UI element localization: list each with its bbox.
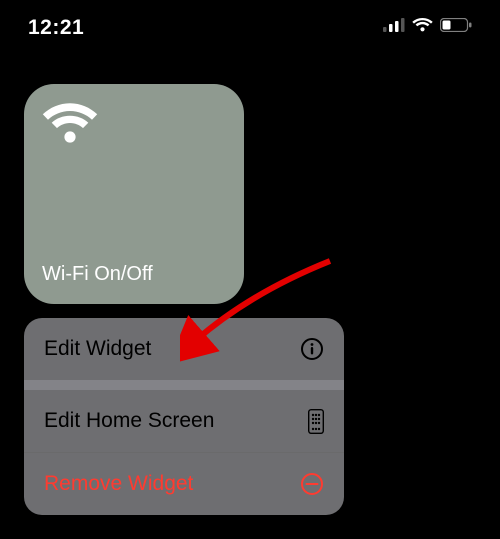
status-time: 12:21 [28,16,84,40]
apps-grid-icon [308,409,324,434]
widget-context-menu: Edit Widget Edit Home Screen [24,318,344,515]
menu-separator [24,380,344,390]
cellular-signal-icon [383,18,405,37]
wifi-icon [42,102,226,149]
battery-icon [440,18,472,37]
menu-item-label: Remove Widget [44,472,193,496]
wifi-widget[interactable]: Wi-Fi On/Off [24,84,244,304]
info-icon [300,337,324,361]
edit-home-screen-menu-item[interactable]: Edit Home Screen [24,390,344,452]
edit-widget-menu-item[interactable]: Edit Widget [24,318,344,380]
widget-label: Wi-Fi On/Off [42,263,226,286]
remove-icon [300,472,324,496]
menu-item-label: Edit Widget [44,337,151,361]
status-icons [383,18,472,37]
status-bar: 12:21 [0,0,500,55]
wifi-icon [412,18,433,37]
menu-item-label: Edit Home Screen [44,409,214,433]
remove-widget-menu-item[interactable]: Remove Widget [24,453,344,515]
